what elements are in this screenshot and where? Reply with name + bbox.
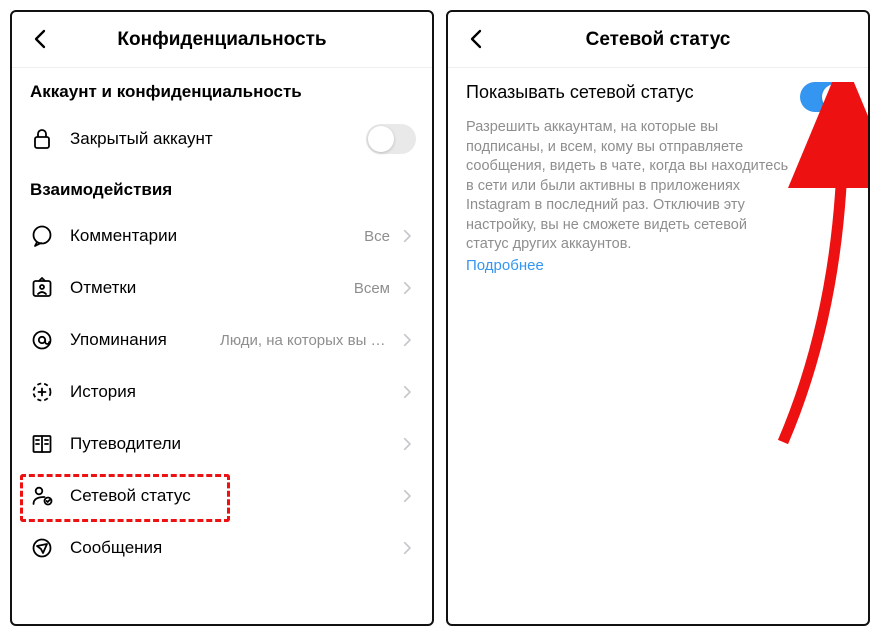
header-left: Конфиденциальность [12, 12, 432, 68]
row-label: Комментарии [70, 226, 177, 246]
header-right: Сетевой статус [448, 12, 868, 68]
row-label: Сообщения [70, 538, 162, 558]
row-label: Сетевой статус [70, 486, 191, 506]
chevron-right-icon [398, 331, 416, 349]
private-account-toggle[interactable] [366, 124, 416, 154]
phone-right: Сетевой статус Показывать сетевой статус… [446, 10, 870, 626]
row-label: Отметки [70, 278, 136, 298]
back-button[interactable] [26, 24, 56, 54]
row-messages[interactable]: Сообщения [12, 522, 432, 574]
row-activity[interactable]: Сетевой статус [12, 470, 432, 522]
page-title: Сетевой статус [586, 29, 731, 51]
row-value: Люди, на которых вы п… [220, 332, 390, 349]
section-interact-title: Взаимодействия [12, 166, 432, 210]
setting-label: Показывать сетевой статус [466, 82, 800, 103]
guides-icon [28, 430, 56, 458]
activity-status-toggle[interactable] [800, 82, 850, 112]
chevron-left-icon [465, 27, 489, 51]
chevron-right-icon [398, 539, 416, 557]
section-account-title: Аккаунт и конфиденциальность [12, 68, 432, 112]
chevron-right-icon [398, 383, 416, 401]
chevron-left-icon [29, 27, 53, 51]
row-story[interactable]: История [12, 366, 432, 418]
chevron-right-icon [398, 227, 416, 245]
phone-left: Конфиденциальность Аккаунт и конфиденциа… [10, 10, 434, 626]
row-comments[interactable]: Комментарии Все [12, 210, 432, 262]
row-tags[interactable]: Отметки Всем [12, 262, 432, 314]
page-title: Конфиденциальность [117, 29, 326, 51]
activity-status-setting: Показывать сетевой статус Разрешить акка… [448, 68, 868, 275]
back-button[interactable] [462, 24, 492, 54]
row-value: Все [364, 228, 390, 245]
row-mentions[interactable]: Упоминания Люди, на которых вы п… [12, 314, 432, 366]
chevron-right-icon [398, 279, 416, 297]
learn-more-link[interactable]: Подробнее [466, 257, 544, 274]
activity-icon [28, 482, 56, 510]
row-label: Упоминания [70, 330, 167, 350]
setting-description: Разрешить аккаунтам, на которые вы подпи… [466, 118, 850, 255]
mentions-icon [28, 326, 56, 354]
private-account-label: Закрытый аккаунт [70, 129, 213, 149]
story-icon [28, 378, 56, 406]
comments-icon [28, 222, 56, 250]
row-private-account[interactable]: Закрытый аккаунт [12, 112, 432, 166]
row-guides[interactable]: Путеводители [12, 418, 432, 470]
chevron-right-icon [398, 435, 416, 453]
row-value: Всем [354, 280, 390, 297]
lock-icon [28, 125, 56, 153]
messages-icon [28, 534, 56, 562]
row-label: Путеводители [70, 434, 181, 454]
row-label: История [70, 382, 136, 402]
chevron-right-icon [398, 487, 416, 505]
tags-icon [28, 274, 56, 302]
